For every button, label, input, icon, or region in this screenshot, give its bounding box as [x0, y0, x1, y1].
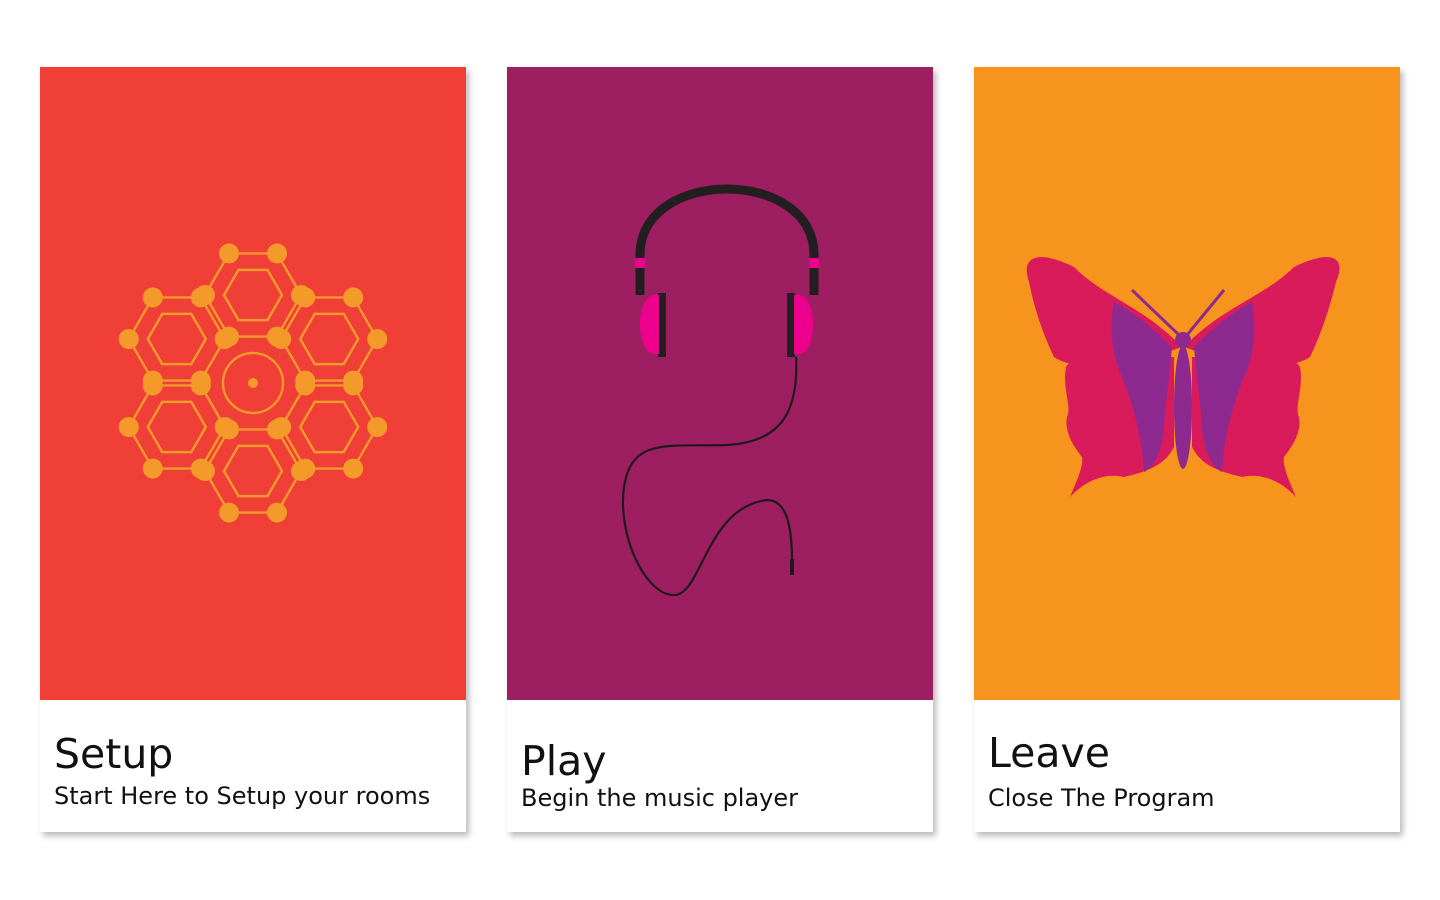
hex-node: [267, 502, 287, 523]
setup-title: Setup: [54, 730, 174, 778]
hex-node: [142, 458, 163, 479]
leave-title: Leave: [988, 729, 1110, 777]
hex-node: [190, 370, 211, 391]
hex-node: [214, 417, 235, 437]
hex-node: [214, 329, 235, 349]
hex-node: [267, 243, 287, 264]
hex-node: [343, 375, 364, 396]
hex-node: [118, 329, 139, 349]
hex-node: [271, 329, 292, 349]
hex-node: [291, 461, 311, 481]
setup-subtitle: Start Here to Setup your rooms: [54, 782, 431, 810]
hex-node: [190, 287, 211, 308]
play-card-art: [507, 67, 933, 700]
hex-node: [295, 375, 316, 396]
hex-node: [367, 329, 388, 349]
setup-card-art: [40, 67, 466, 700]
setup-card[interactable]: Setup Start Here to Setup your rooms: [40, 67, 466, 832]
hex-node: [219, 243, 239, 264]
leave-card-art: [974, 67, 1400, 700]
play-card[interactable]: Play Begin the music player: [507, 67, 933, 832]
hex-node: [295, 287, 316, 308]
play-card-label: Play Begin the music player: [507, 700, 933, 832]
center-dot: [248, 378, 258, 388]
hex-node: [267, 419, 287, 440]
hex-node: [219, 502, 239, 523]
leave-card[interactable]: Leave Close The Program: [974, 67, 1400, 832]
hex-node: [343, 458, 364, 479]
setup-card-label: Setup Start Here to Setup your rooms: [40, 700, 466, 832]
hex-node: [343, 287, 364, 308]
play-title: Play: [521, 737, 607, 785]
leave-card-label: Leave Close The Program: [974, 700, 1400, 832]
hex-node: [142, 370, 163, 391]
hex-node: [190, 458, 211, 479]
play-subtitle: Begin the music player: [521, 784, 799, 812]
hex-node: [367, 417, 388, 437]
hex-node: [142, 287, 163, 308]
hex-node: [118, 417, 139, 437]
leave-subtitle: Close The Program: [988, 784, 1215, 812]
